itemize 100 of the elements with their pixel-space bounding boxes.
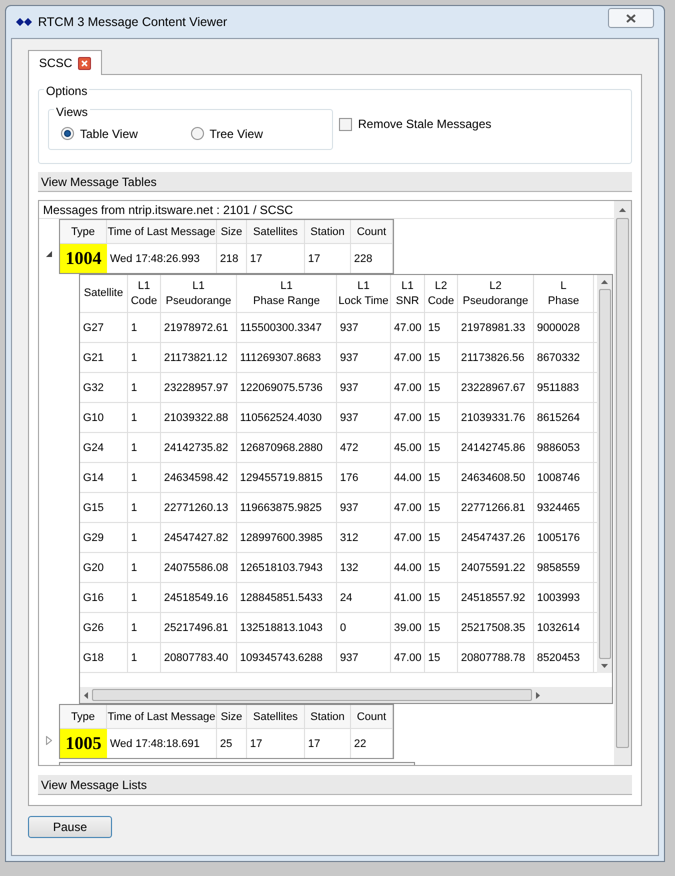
scroll-down-icon[interactable] <box>601 664 608 668</box>
table-cell: G32 <box>80 373 128 402</box>
table-cell: 119663875.9825 <box>237 493 337 522</box>
table-cell: 937 <box>337 643 391 672</box>
tab[interactable]: SCSC <box>28 50 102 75</box>
table-cell: 937 <box>337 403 391 432</box>
table-cell: 21978981.33 <box>458 313 534 342</box>
table-cell: 109345743.6288 <box>237 643 337 672</box>
table-cell: 17 <box>247 244 305 274</box>
column-header: Type <box>60 220 107 244</box>
column-header: Satellite <box>80 275 128 312</box>
table-cell: 15 <box>425 433 458 462</box>
column-header: Time of Last Message <box>107 705 217 728</box>
table-cell: G14 <box>80 463 128 492</box>
table-cell: 21039322.88 <box>161 403 237 432</box>
table-cell: 176 <box>337 463 391 492</box>
column-header: Time of Last Message <box>107 220 217 244</box>
column-header: L1 SNR <box>391 275 425 312</box>
table-cell: 9324465 <box>534 493 594 522</box>
close-tab-icon[interactable] <box>78 56 92 70</box>
column-header: L Phase <box>534 275 594 312</box>
table-cell: 1 <box>128 583 161 612</box>
column-header: L1 Code <box>128 275 161 312</box>
scroll-up-icon[interactable] <box>601 280 608 284</box>
table-cell: 1 <box>128 403 161 432</box>
table-cell: 1 <box>128 463 161 492</box>
section-header[interactable]: View Message Lists <box>38 775 632 795</box>
table-cell: G20 <box>80 553 128 582</box>
table-cell: 937 <box>337 493 391 522</box>
table-cell: 17 <box>305 729 351 758</box>
table-cell: 1 <box>128 643 161 672</box>
table-cell: 21978972.61 <box>161 313 237 342</box>
table-cell: 15 <box>425 493 458 522</box>
column-header: L2 Pseudorange <box>458 275 534 312</box>
table-cell: 45.00 <box>391 433 425 462</box>
table-cell: 47.00 <box>391 343 425 372</box>
section-header[interactable]: View Message Tables <box>38 172 632 192</box>
scroll-right-icon[interactable] <box>536 692 540 699</box>
radio-option[interactable]: Tree View <box>190 116 320 142</box>
table-cell: 128845851.5433 <box>237 583 337 612</box>
scroll-left-icon[interactable] <box>84 692 88 699</box>
table-cell: 1 <box>128 553 161 582</box>
column-header: Satellites <box>247 705 305 728</box>
close-button[interactable] <box>608 8 654 28</box>
table-cell: 132 <box>337 553 391 582</box>
table-cell: 1003993 <box>534 583 594 612</box>
table-cell: G27 <box>80 313 128 342</box>
table-cell: 937 <box>337 373 391 402</box>
close-icon <box>626 14 636 22</box>
table-cell: 1 <box>128 523 161 552</box>
table-cell: 15 <box>425 523 458 552</box>
table-cell: 937 <box>337 313 391 342</box>
table-cell: 24142745.86 <box>458 433 534 462</box>
scroll-up-icon[interactable] <box>619 208 626 212</box>
table-cell: 24547437.26 <box>458 523 534 552</box>
table-cell: 218 <box>217 244 247 274</box>
checkbox-icon[interactable] <box>339 118 352 130</box>
table-cell: 110562524.4030 <box>237 403 337 432</box>
column-header: L1 Phase Range <box>237 275 337 312</box>
table-cell: 0 <box>337 613 391 642</box>
table-cell: 1 <box>128 433 161 462</box>
table-cell: 1 <box>128 613 161 642</box>
vertical-scrollbar[interactable] <box>614 201 631 765</box>
column-header: L1 Pseudorange <box>161 275 237 312</box>
table-cell: 937 <box>337 343 391 372</box>
horizontal-scrollbar[interactable] <box>80 687 612 704</box>
table-cell: G10 <box>80 403 128 432</box>
collapsed-arrow-icon[interactable] <box>46 736 52 746</box>
vertical-scrollbar[interactable] <box>597 275 612 674</box>
checkbox-option[interactable]: Remove Stale Messages <box>339 115 492 133</box>
table-cell: 47.00 <box>391 373 425 402</box>
window-title: RTCM 3 Message Content Viewer <box>38 14 228 31</box>
table-cell: 115500300.3347 <box>237 313 337 342</box>
table-cell: 22 <box>351 729 393 758</box>
table-cell: 15 <box>425 463 458 492</box>
radio-icon[interactable] <box>190 127 204 140</box>
table-cell: 1 <box>128 343 161 372</box>
table-cell: 25217508.35 <box>458 613 534 642</box>
table-cell: 24547427.82 <box>161 523 237 552</box>
table-cell: 24634598.42 <box>161 463 237 492</box>
message-type-cell: 1005 <box>60 729 107 758</box>
table-cell: 8670332 <box>534 343 594 372</box>
table-cell: 15 <box>425 373 458 402</box>
table-cell: 24142735.82 <box>161 433 237 462</box>
pause-button[interactable]: Pause <box>28 816 112 838</box>
table-cell: 15 <box>425 313 458 342</box>
radio-icon[interactable] <box>61 127 74 140</box>
table-cell: 47.00 <box>391 523 425 552</box>
table-cell: 44.00 <box>391 553 425 582</box>
table-cell: 21173821.12 <box>161 343 237 372</box>
table-cell: 47.00 <box>391 403 425 432</box>
table-cell: G24 <box>80 433 128 462</box>
table-cell: 25217496.81 <box>161 613 237 642</box>
expanded-arrow-icon[interactable] <box>46 251 52 258</box>
table-cell: 22771260.13 <box>161 493 237 522</box>
table-cell: 1 <box>128 373 161 402</box>
table-cell: 20807788.78 <box>458 643 534 672</box>
table-cell: 17 <box>247 729 305 758</box>
table-cell: G21 <box>80 343 128 372</box>
table-cell: 20807783.40 <box>161 643 237 672</box>
